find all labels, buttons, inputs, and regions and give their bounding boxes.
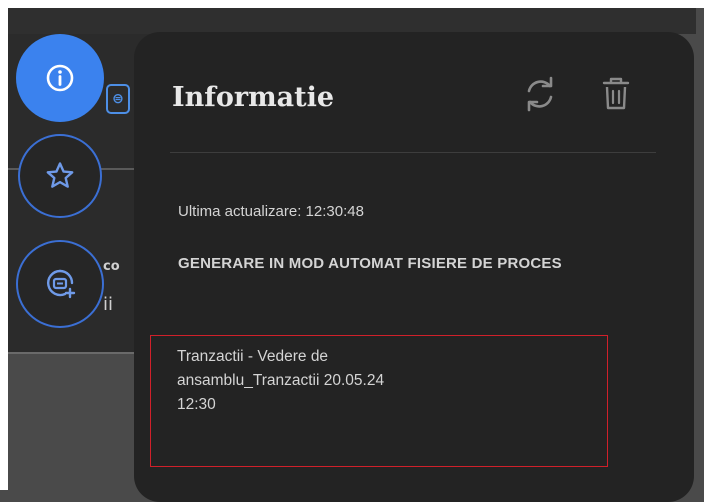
- entry-line: 12:30: [177, 396, 216, 413]
- screen-edge-left: [0, 0, 8, 490]
- section-title: GENERARE IN MOD AUTOMAT FISIERE DE PROCE…: [178, 255, 562, 272]
- add-comment-button[interactable]: [16, 240, 104, 328]
- entry-item[interactable]: Tranzactii - Vedere de ansamblu_Tranzact…: [177, 345, 577, 417]
- panel-divider: [170, 152, 656, 153]
- comment-add-icon: [47, 269, 76, 299]
- background-partial-label: co: [103, 259, 120, 274]
- refresh-button[interactable]: [522, 74, 558, 114]
- trash-icon: [602, 77, 630, 110]
- background-partial-label: ii: [103, 294, 114, 315]
- entry-line: ansamblu_Tranzactii 20.05.24: [177, 372, 385, 389]
- screen-edge-top: [0, 0, 704, 8]
- info-button[interactable]: [16, 34, 104, 122]
- refresh-icon: [527, 76, 553, 112]
- background-document-icon[interactable]: ⊜: [106, 84, 130, 114]
- last-update-text: Ultima actualizare: 12:30:48: [178, 203, 364, 220]
- favorites-button[interactable]: [18, 134, 102, 218]
- entry-line: Tranzactii - Vedere de: [177, 348, 329, 365]
- info-icon: [46, 64, 74, 92]
- background-toolbar: [8, 8, 696, 34]
- delete-button[interactable]: [598, 74, 634, 114]
- star-icon: [46, 162, 74, 188]
- panel-title: Informatie: [172, 82, 335, 113]
